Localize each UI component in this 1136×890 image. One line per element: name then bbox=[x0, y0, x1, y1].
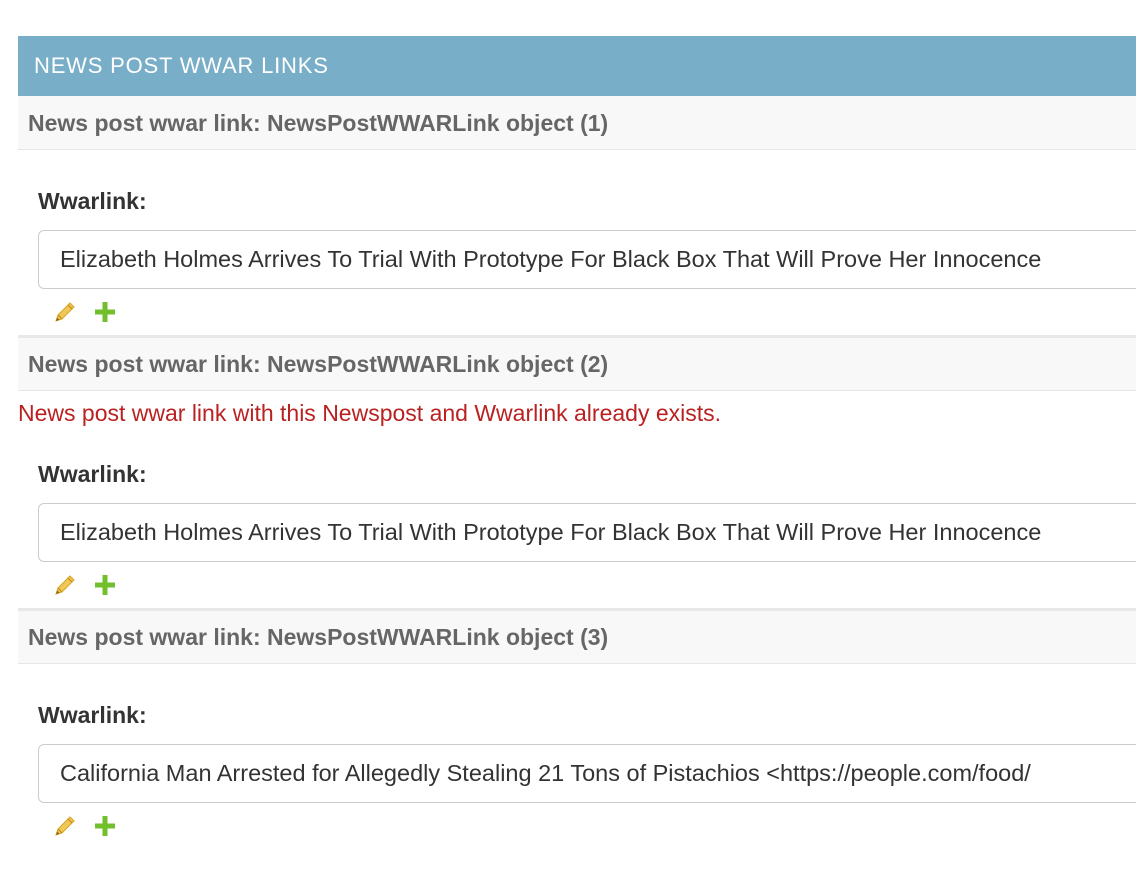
inline-item-heading: News post wwar link: NewsPostWWARLink ob… bbox=[18, 96, 1136, 150]
wwarlink-select[interactable]: Elizabeth Holmes Arrives To Trial With P… bbox=[38, 230, 1136, 289]
add-related-link[interactable] bbox=[92, 813, 118, 839]
field-label: Wwarlink: bbox=[38, 702, 147, 728]
form-row-wwarlink: Wwarlink: California Man Arrested for Al… bbox=[18, 664, 1136, 849]
inline-item: News post wwar link: NewsPostWWARLink ob… bbox=[18, 608, 1136, 849]
change-related-link[interactable] bbox=[52, 299, 78, 325]
pencil-icon bbox=[55, 302, 75, 322]
related-widget-wrapper bbox=[38, 803, 1136, 849]
field-label: Wwarlink: bbox=[38, 461, 147, 487]
wwarlink-select[interactable]: California Man Arrested for Allegedly St… bbox=[38, 744, 1136, 803]
change-related-link[interactable] bbox=[52, 813, 78, 839]
change-related-link[interactable] bbox=[52, 572, 78, 598]
pencil-icon bbox=[55, 816, 75, 836]
form-row-wwarlink: Wwarlink: Elizabeth Holmes Arrives To Tr… bbox=[18, 150, 1136, 335]
form-row-wwarlink: Wwarlink: Elizabeth Holmes Arrives To Tr… bbox=[18, 435, 1136, 608]
plus-icon bbox=[95, 302, 115, 322]
related-widget-wrapper bbox=[38, 289, 1136, 335]
plus-icon bbox=[95, 575, 115, 595]
related-widget-wrapper bbox=[38, 562, 1136, 608]
pencil-icon bbox=[55, 575, 75, 595]
inline-group-title: NEWS POST WWAR LINKS bbox=[18, 36, 1136, 96]
inline-item: News post wwar link: NewsPostWWARLink ob… bbox=[18, 335, 1136, 608]
inline-group-news-post-wwar-links: NEWS POST WWAR LINKS News post wwar link… bbox=[18, 36, 1136, 849]
add-related-link[interactable] bbox=[92, 572, 118, 598]
inline-item: News post wwar link: NewsPostWWARLink ob… bbox=[18, 96, 1136, 335]
inline-item-heading: News post wwar link: NewsPostWWARLink ob… bbox=[18, 608, 1136, 664]
wwarlink-select[interactable]: Elizabeth Holmes Arrives To Trial With P… bbox=[38, 503, 1136, 562]
error-message: News post wwar link with this Newspost a… bbox=[18, 400, 722, 426]
inline-item-heading: News post wwar link: NewsPostWWARLink ob… bbox=[18, 335, 1136, 391]
add-related-link[interactable] bbox=[92, 299, 118, 325]
plus-icon bbox=[95, 816, 115, 836]
field-label: Wwarlink: bbox=[38, 188, 147, 214]
